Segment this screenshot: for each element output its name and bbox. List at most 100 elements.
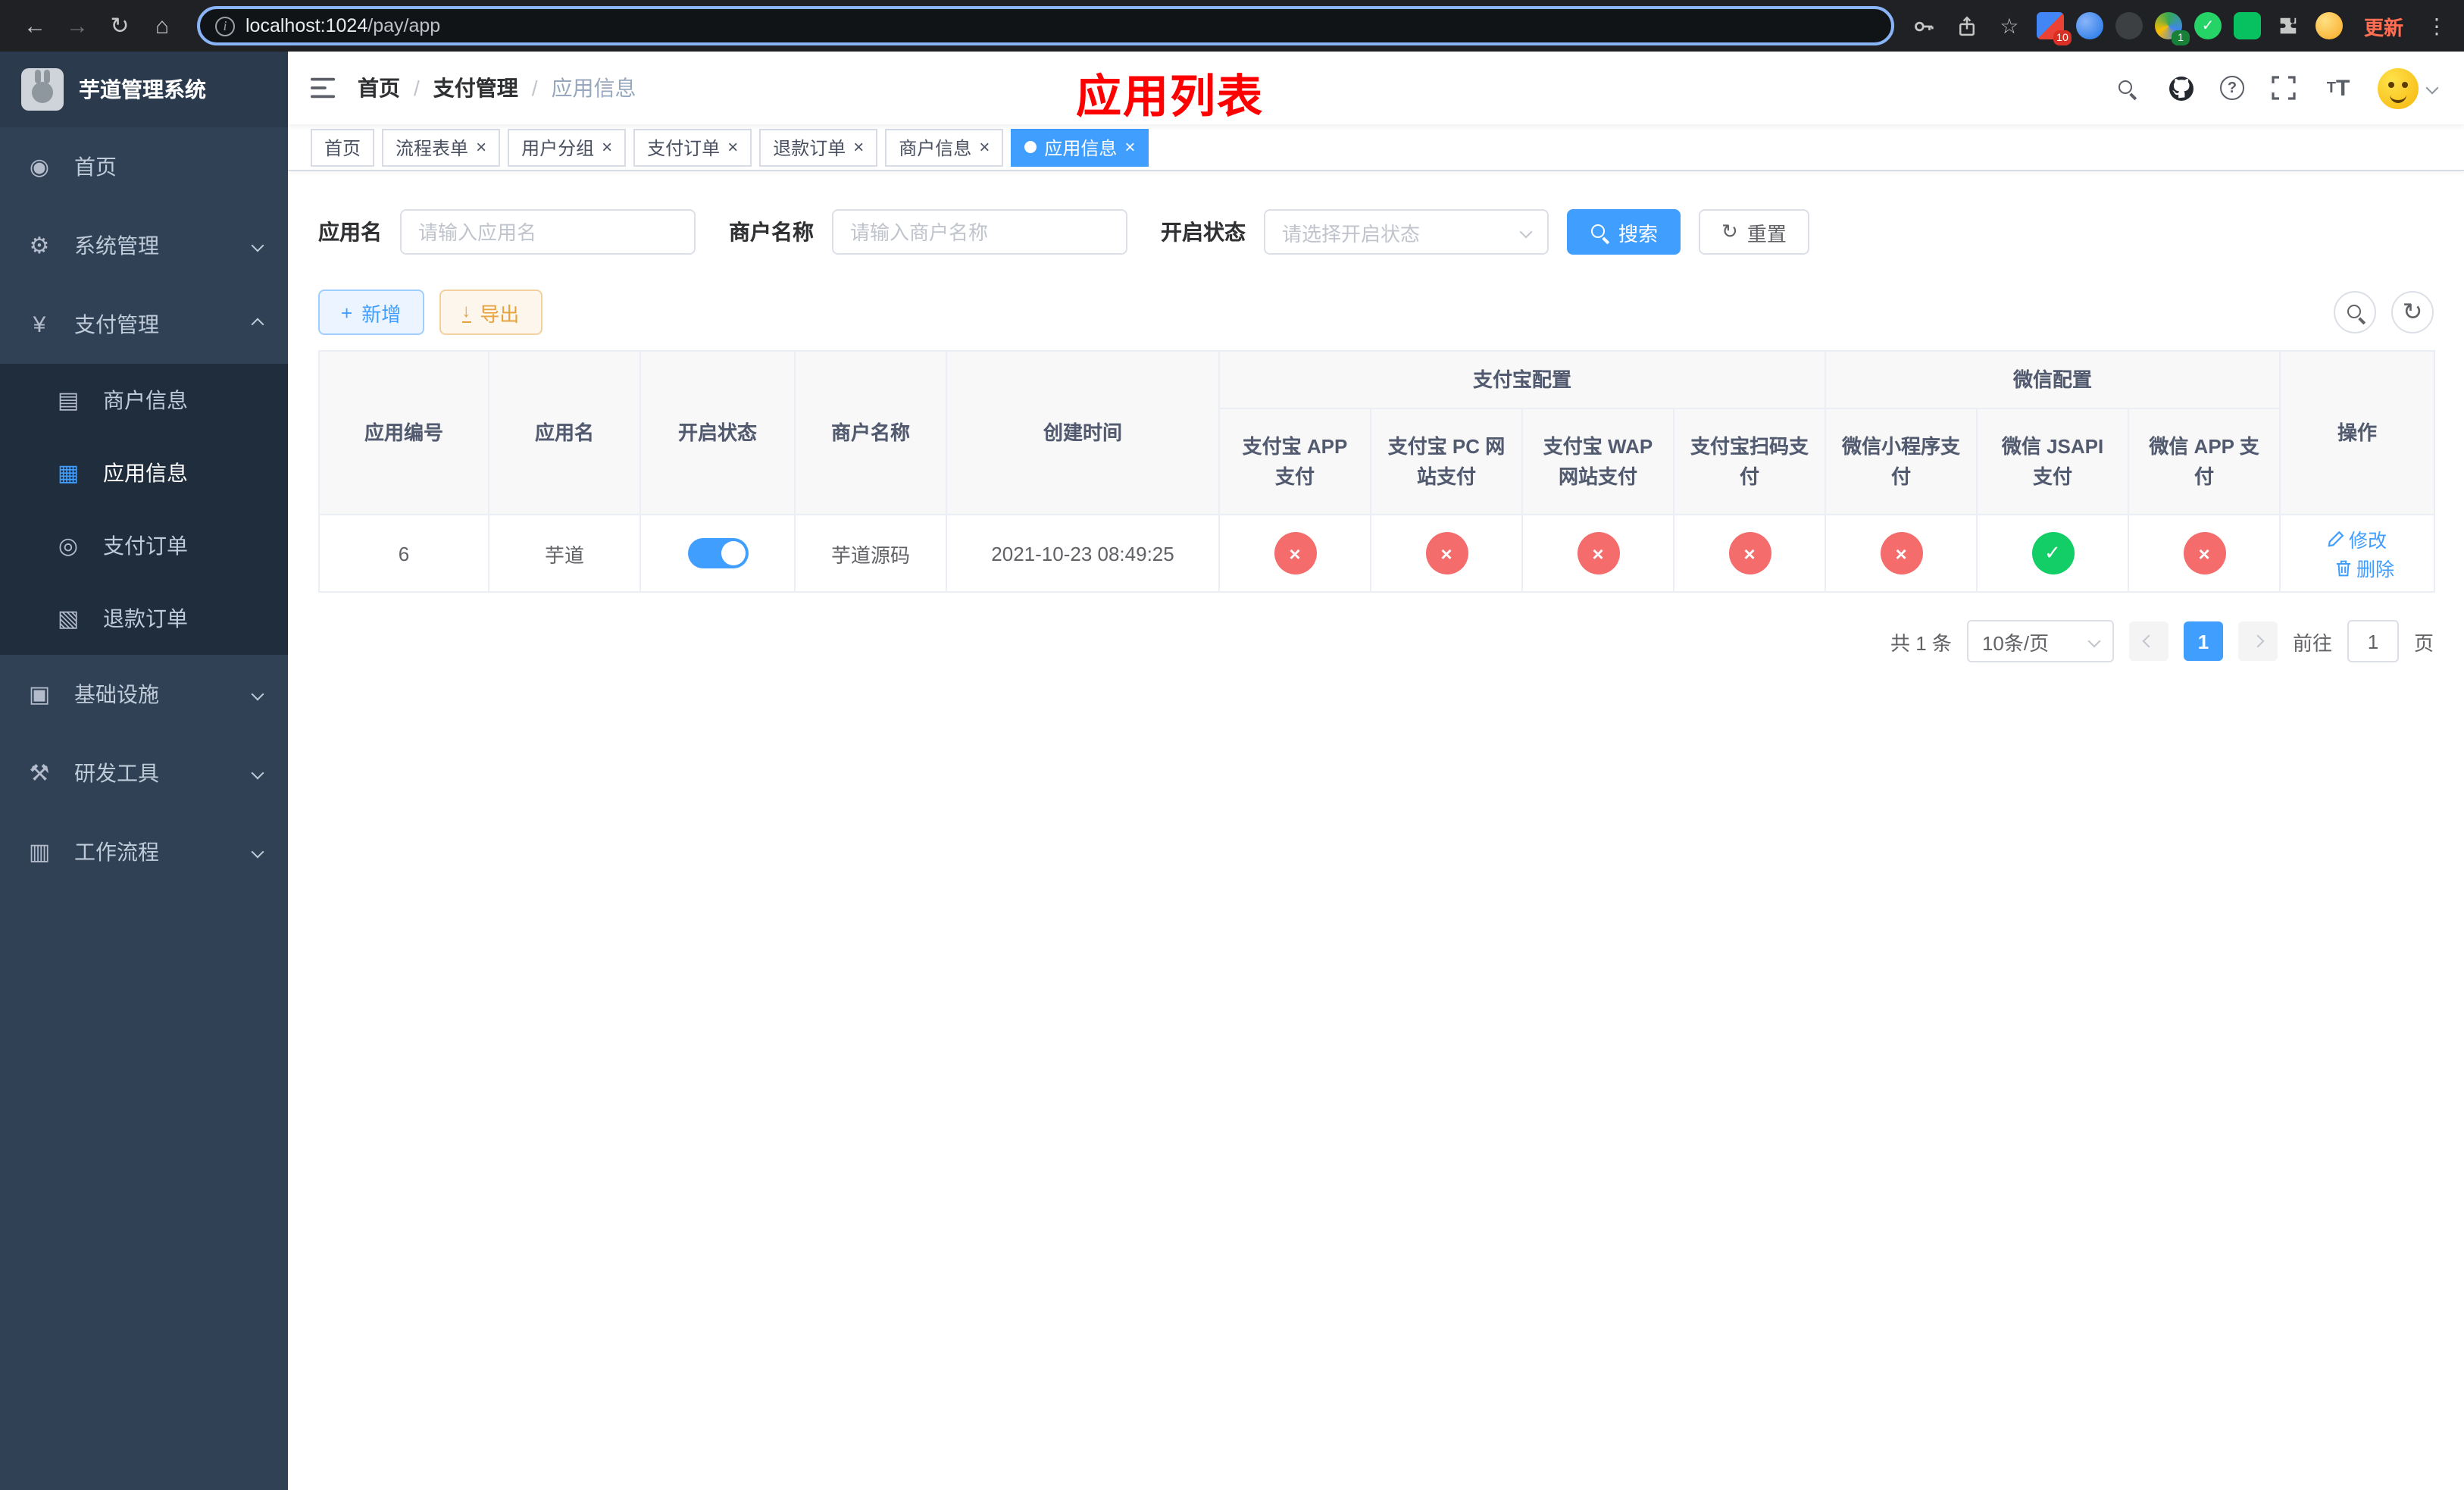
gear-icon: ⚙ — [29, 233, 50, 259]
tab-home[interactable]: 首页 — [311, 128, 375, 166]
extension-icon[interactable] — [2194, 12, 2222, 39]
sidebar-item-merchant-info[interactable]: ▤ 商户信息 — [0, 364, 288, 437]
browser-actions: ☆ 10 1 更新 ⋮ — [1909, 8, 2449, 45]
app-name-input[interactable] — [400, 209, 696, 255]
plus-icon: + — [341, 301, 353, 324]
cell-merchant: 芋道源码 — [794, 514, 947, 593]
cell-app-id: 6 — [318, 514, 489, 593]
user-menu[interactable] — [2378, 67, 2439, 108]
navbar-actions: ? TT — [2111, 67, 2464, 108]
close-icon[interactable]: × — [476, 138, 486, 156]
page-content: 应用名 商户名称 开启状态 请选择开启状态 搜索 — [288, 209, 2464, 662]
chevron-up-icon — [251, 318, 264, 331]
close-icon[interactable]: × — [853, 138, 864, 156]
column-header-app-id: 应用编号 — [318, 350, 489, 515]
goto-page-input[interactable] — [2347, 620, 2399, 662]
sidebar-item-infra[interactable]: ▣ 基础设施 — [0, 655, 288, 734]
status-alipay-app-icon: × — [1274, 532, 1316, 574]
edit-link[interactable]: 修改 — [2328, 524, 2387, 553]
tab-process-form[interactable]: 流程表单 × — [382, 128, 501, 166]
user-avatar[interactable] — [2378, 67, 2419, 108]
help-icon[interactable]: ? — [2220, 76, 2244, 100]
bookmark-star-icon[interactable]: ☆ — [1994, 11, 2025, 41]
delete-link[interactable]: 删除 — [2335, 553, 2394, 582]
browser-menu-icon[interactable]: ⋮ — [2425, 13, 2449, 39]
app-logo-row: 芋道管理系统 — [0, 52, 288, 127]
cell-created: 2021-10-23 08:49:25 — [946, 514, 1220, 593]
password-key-icon[interactable] — [1909, 11, 1940, 41]
page-annotation: 应用列表 — [1076, 73, 1264, 123]
close-icon[interactable]: × — [1124, 138, 1135, 156]
search-button[interactable]: 搜索 — [1567, 209, 1681, 255]
back-icon[interactable]: ← — [15, 6, 55, 45]
sidebar-item-payment[interactable]: ¥ 支付管理 — [0, 285, 288, 364]
goto-unit-label: 页 — [2413, 631, 2434, 654]
refresh-icon: ↻ — [1721, 220, 1738, 243]
extension-icon[interactable]: 10 — [2036, 12, 2072, 45]
tab-merchant-info[interactable]: 商户信息 × — [885, 128, 1004, 166]
sidebar-toggle-icon[interactable] — [288, 52, 358, 124]
prev-page-button[interactable] — [2128, 621, 2169, 661]
column-header-wechat-app: 微信 APP 支付 — [2128, 408, 2281, 515]
fullscreen-icon[interactable] — [2269, 73, 2299, 103]
sidebar-item-refund-orders[interactable]: ▧ 退款订单 — [0, 582, 288, 655]
column-header-app-name: 应用名 — [488, 350, 641, 515]
reload-icon[interactable]: ↻ — [100, 6, 139, 45]
current-page-button[interactable]: 1 — [2183, 621, 2223, 661]
chevron-down-icon — [251, 845, 264, 859]
page-info-icon[interactable]: i — [215, 16, 235, 36]
add-button[interactable]: + 新增 — [318, 290, 424, 335]
column-header-wechat-mini: 微信小程序支付 — [1825, 408, 1978, 515]
toggle-search-button[interactable] — [2334, 291, 2376, 333]
extension-icon[interactable] — [2233, 12, 2261, 39]
sidebar-item-system[interactable]: ⚙ 系统管理 — [0, 206, 288, 285]
close-icon[interactable]: × — [979, 138, 990, 156]
enabled-toggle[interactable] — [687, 538, 748, 568]
extension-icon[interactable] — [2115, 12, 2143, 39]
forward-icon[interactable]: → — [58, 6, 97, 45]
home-icon[interactable]: ⌂ — [142, 6, 182, 45]
address-bar[interactable]: i localhost:1024/pay/app — [197, 6, 1894, 45]
chevron-down-icon — [2425, 81, 2439, 95]
merchant-name-input[interactable] — [832, 209, 1127, 255]
order-icon: ◎ — [58, 534, 79, 559]
sidebar-item-workflow[interactable]: ▥ 工作流程 — [0, 812, 288, 891]
app-logo — [21, 68, 64, 111]
tab-pay-orders[interactable]: 支付订单 × — [633, 128, 752, 166]
pagination: 共 1 条 10条/页 1 前往 页 — [318, 620, 2434, 662]
extension-icon[interactable]: 1 — [2154, 12, 2190, 45]
close-icon[interactable]: × — [602, 138, 612, 156]
export-button[interactable]: ↓ 导出 — [439, 290, 543, 335]
github-icon[interactable] — [2165, 73, 2196, 103]
extensions-puzzle-icon[interactable] — [2273, 11, 2303, 41]
browser-window: ← → ↻ ⌂ i localhost:1024/pay/app ☆ 10 1 — [0, 0, 2464, 1490]
sidebar-item-pay-orders[interactable]: ◎ 支付订单 — [0, 509, 288, 582]
sidebar-item-app-info[interactable]: ▦ 应用信息 — [0, 437, 288, 509]
reset-button[interactable]: ↻ 重置 — [1699, 209, 1809, 255]
column-header-alipay-app: 支付宝 APP 支付 — [1218, 408, 1371, 515]
active-tab-dot — [1024, 141, 1037, 153]
yen-icon: ¥ — [33, 311, 46, 337]
column-header-merchant: 商户名称 — [794, 350, 947, 515]
devtools-icon: ⚒ — [29, 761, 50, 787]
breadcrumb: 首页 / 支付管理 / 应用信息 — [358, 73, 636, 103]
tab-refund-orders[interactable]: 退款订单 × — [759, 128, 878, 166]
next-page-button[interactable] — [2237, 621, 2278, 661]
status-select[interactable]: 请选择开启状态 — [1264, 209, 1549, 255]
extension-icon[interactable] — [2075, 12, 2103, 39]
tab-app-info[interactable]: 应用信息 × — [1011, 128, 1149, 166]
share-icon[interactable] — [1952, 11, 1982, 41]
chevron-down-icon — [251, 239, 264, 252]
sidebar-item-devtools[interactable]: ⚒ 研发工具 — [0, 734, 288, 812]
breadcrumb-home[interactable]: 首页 — [358, 73, 400, 103]
page-size-select[interactable]: 10条/页 — [1966, 620, 2114, 662]
close-icon[interactable]: × — [727, 138, 738, 156]
sidebar-item-home[interactable]: ◉ 首页 — [0, 127, 288, 206]
breadcrumb-payment[interactable]: 支付管理 — [433, 73, 518, 103]
browser-update-button[interactable]: 更新 — [2355, 8, 2412, 43]
search-icon[interactable] — [2111, 73, 2141, 103]
font-size-icon[interactable]: TT — [2323, 73, 2353, 103]
refresh-table-button[interactable]: ↻ — [2391, 291, 2434, 333]
tab-user-group[interactable]: 用户分组 × — [508, 128, 627, 166]
profile-avatar-icon[interactable] — [2315, 12, 2343, 39]
